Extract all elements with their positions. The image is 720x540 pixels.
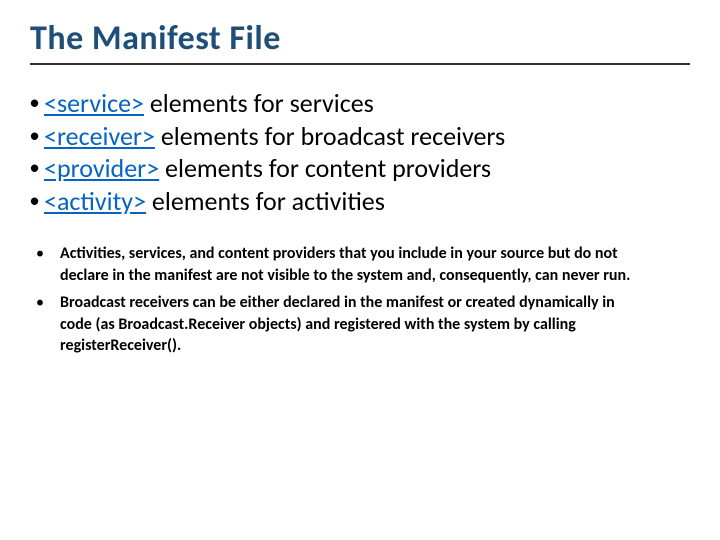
- bullet-icon: •: [30, 185, 44, 218]
- sub-bullet-list: • Activities, services, and content prov…: [30, 243, 690, 357]
- item-text: elements for activities: [146, 185, 385, 217]
- item-text: elements for broadcast receivers: [155, 120, 505, 152]
- item-text: elements for content providers: [159, 152, 491, 184]
- list-item: •<receiver> elements for broadcast recei…: [30, 120, 690, 153]
- bullet-icon: •: [30, 87, 44, 120]
- item-text: elements for services: [144, 87, 374, 119]
- main-bullet-list: •<service> elements for services •<recei…: [30, 87, 690, 217]
- bullet-icon: •: [30, 152, 44, 185]
- page-title: The Manifest File: [30, 18, 690, 59]
- sub-item-text: Activities, services, and content provid…: [60, 243, 690, 286]
- list-item: • Broadcast receivers can be either decl…: [30, 292, 690, 357]
- list-item: •<service> elements for services: [30, 87, 690, 120]
- element-link-activity[interactable]: <activity>: [44, 185, 146, 217]
- element-link-service[interactable]: <service>: [44, 87, 144, 119]
- slide: The Manifest File •<service> elements fo…: [0, 0, 720, 540]
- element-link-receiver[interactable]: <receiver>: [44, 120, 155, 152]
- element-link-provider[interactable]: <provider>: [44, 152, 159, 184]
- sub-item-text: Broadcast receivers can be either declar…: [60, 292, 690, 357]
- bullet-icon: •: [30, 243, 60, 265]
- bullet-icon: •: [30, 292, 60, 314]
- list-item: •<provider> elements for content provide…: [30, 152, 690, 185]
- list-item: • Activities, services, and content prov…: [30, 243, 690, 286]
- bullet-icon: •: [30, 120, 44, 153]
- title-divider: [30, 63, 690, 65]
- list-item: •<activity> elements for activities: [30, 185, 690, 218]
